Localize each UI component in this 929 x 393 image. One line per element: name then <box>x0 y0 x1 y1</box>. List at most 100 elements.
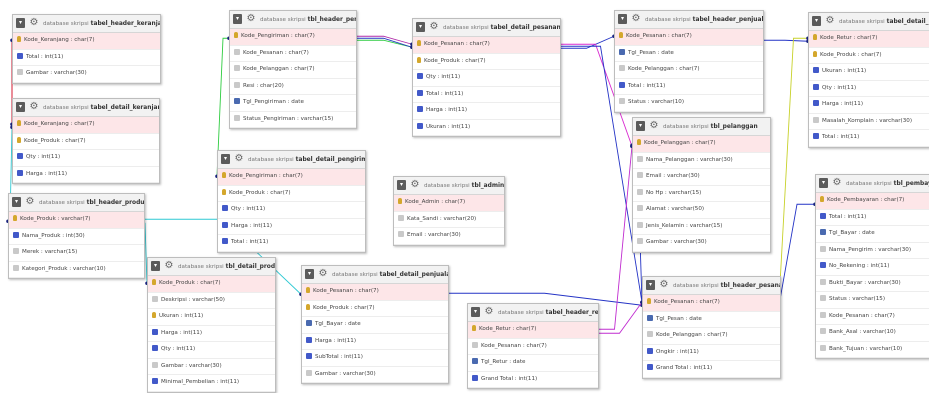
column-row[interactable]: Kode_Produk : varchar(7) <box>9 212 144 229</box>
column-row[interactable]: Kode_Pesanan : char(7) <box>468 339 598 355</box>
gear-icon[interactable]: ⚙ <box>659 280 669 290</box>
column-row[interactable]: Kode_Pelanggan : char(7) <box>230 62 356 79</box>
column-row[interactable]: Minimal_Pembelian : int(11) <box>148 375 275 392</box>
gear-icon[interactable]: ⚙ <box>484 307 494 317</box>
collapse-chevron-icon[interactable]: ▾ <box>819 178 828 188</box>
collapse-chevron-icon[interactable]: ▾ <box>233 14 242 24</box>
gear-icon[interactable]: ⚙ <box>25 197 35 207</box>
gear-icon[interactable]: ⚙ <box>164 261 174 271</box>
column-row[interactable]: Total : int(11) <box>615 79 763 95</box>
gear-icon[interactable]: ⚙ <box>429 22 439 32</box>
column-row[interactable]: Harga : int(11) <box>809 97 929 114</box>
column-row[interactable]: Harga : int(11) <box>148 326 275 342</box>
column-row[interactable]: Alamat : varchar(50) <box>633 202 770 219</box>
column-row[interactable]: Email : varchar(30) <box>394 228 504 245</box>
gear-icon[interactable]: ⚙ <box>29 102 39 112</box>
table-tbl-header-pesanan[interactable]: ▾ ⚙ database skripsi tbl_header_pesanan Kod… <box>642 276 781 379</box>
column-row[interactable]: Kode_Produk : char(7) <box>302 301 448 317</box>
gear-icon[interactable]: ⚙ <box>246 14 256 24</box>
column-row[interactable]: Harga : int(11) <box>302 334 448 350</box>
table-header[interactable]: ▾ ⚙ database skripsi tabel_detail_penjuala… <box>302 266 448 284</box>
column-row[interactable]: Nama_Produk : int(30) <box>9 229 144 245</box>
table-header[interactable]: ▾ ⚙ database skripsi tabel_detail_retur <box>809 13 929 31</box>
column-row[interactable]: Deskripsi : varchar(50) <box>148 293 275 309</box>
column-row[interactable]: Merek : varchar(15) <box>9 245 144 262</box>
collapse-chevron-icon[interactable]: ▾ <box>471 307 480 317</box>
column-row[interactable]: Tgl_Retur : date <box>468 355 598 372</box>
column-row[interactable]: Email : varchar(30) <box>633 169 770 186</box>
collapse-chevron-icon[interactable]: ▾ <box>397 180 406 190</box>
column-row[interactable]: Kode_Pesanan : char(7) <box>302 284 448 301</box>
column-row[interactable]: Tgl_Bayar : date <box>816 226 929 243</box>
column-row[interactable]: Masalah_Komplain : varchar(30) <box>809 114 929 130</box>
column-row[interactable]: Kode_Pesanan : char(7) <box>643 295 780 312</box>
column-row[interactable]: Jenis_Kelamin : varchar(15) <box>633 219 770 235</box>
table-tabel-detail-pesanan[interactable]: ▾ ⚙ database skripsi tabel_detail_pesanan K… <box>412 18 561 137</box>
table-tabel-header-keranjang[interactable]: ▾ ⚙ database skripsi tabel_header_keranjan… <box>12 14 161 84</box>
column-row[interactable]: Bank_Asal : varchar(10) <box>816 325 929 342</box>
column-row[interactable]: SubTotal : int(11) <box>302 350 448 367</box>
table-tbl-admin[interactable]: ▾ ⚙ database skripsi tbl_admin Kode_Admin :… <box>393 176 505 246</box>
column-row[interactable]: Ukuran : int(11) <box>809 64 929 81</box>
column-row[interactable]: Gambar : varchar(30) <box>633 235 770 252</box>
column-row[interactable]: Bukti_Bayar : varchar(30) <box>816 276 929 292</box>
column-row[interactable]: Status : varchar(15) <box>816 292 929 309</box>
column-row[interactable]: Kode_Admin : char(7) <box>394 195 504 212</box>
column-row[interactable]: Tgl_Pengiriman : date <box>230 95 356 112</box>
table-tbl-header-pengiriman[interactable]: ▾ ⚙ database skripsi tbl_header_pengiriman… <box>229 10 357 129</box>
collapse-chevron-icon[interactable]: ▾ <box>646 280 655 290</box>
collapse-chevron-icon[interactable]: ▾ <box>221 154 230 164</box>
table-tbl-header-produk[interactable]: ▾ ⚙ database skripsi tbl_header_produk Kode… <box>8 193 145 279</box>
column-row[interactable]: Harga : int(11) <box>13 167 159 183</box>
table-header[interactable]: ▾ ⚙ database skripsi tbl_header_pesanan <box>643 277 780 295</box>
column-row[interactable]: Tgl_Pesan : date <box>615 46 763 62</box>
table-tabel-detail-pengiriman[interactable]: ▾ ⚙ database skripsi tabel_detail_pengirim… <box>217 150 366 253</box>
column-row[interactable]: Total : int(11) <box>816 210 929 226</box>
gear-icon[interactable]: ⚙ <box>832 178 842 188</box>
table-tbl-pelanggan[interactable]: ▾ ⚙ database skripsi tbl_pelanggan Kode_Pel… <box>632 117 771 253</box>
column-row[interactable]: Status : varchar(10) <box>615 95 763 112</box>
table-header[interactable]: ▾ ⚙ database skripsi tbl_pelanggan <box>633 118 770 136</box>
column-row[interactable]: Harga : int(11) <box>413 103 560 120</box>
column-row[interactable]: Total : int(11) <box>809 130 929 147</box>
column-row[interactable]: Qty : int(11) <box>13 150 159 167</box>
column-row[interactable]: Status_Pengiriman : varchar(15) <box>230 112 356 128</box>
column-row[interactable]: Kode_Produk : char(7) <box>148 276 275 293</box>
column-row[interactable]: Tgl_Bayar : date <box>302 317 448 334</box>
table-tbl-pembayaran[interactable]: ▾ ⚙ database skripsi tbl_pembayaran Kode_Pe… <box>815 174 929 359</box>
collapse-chevron-icon[interactable]: ▾ <box>305 269 314 279</box>
column-row[interactable]: Resi : char(20) <box>230 79 356 95</box>
gear-icon[interactable]: ⚙ <box>410 180 420 190</box>
table-header[interactable]: ▾ ⚙ database skripsi tbl_header_pengiriman <box>230 11 356 29</box>
column-row[interactable]: Nama_Pelanggan : varchar(30) <box>633 153 770 169</box>
table-header[interactable]: ▾ ⚙ database skripsi tabel_header_keranjan… <box>13 15 160 33</box>
column-row[interactable]: Total : int(11) <box>13 50 160 66</box>
column-row[interactable]: Total : int(11) <box>413 87 560 103</box>
table-header[interactable]: ▾ ⚙ database skripsi tbl_detail_produk <box>148 258 275 276</box>
table-header[interactable]: ▾ ⚙ database skripsi tabel_detail_keranjan… <box>13 99 159 117</box>
table-header[interactable]: ▾ ⚙ database skripsi tabel_header_retur <box>468 304 598 322</box>
column-row[interactable]: Kode_Retur : char(7) <box>468 322 598 339</box>
column-row[interactable]: Gambar : varchar(30) <box>302 367 448 383</box>
collapse-chevron-icon[interactable]: ▾ <box>618 14 627 24</box>
column-row[interactable]: Kode_Pengiriman : char(7) <box>218 169 365 186</box>
collapse-chevron-icon[interactable]: ▾ <box>12 197 21 207</box>
table-tabel-header-penjualan[interactable]: ▾ ⚙ database skripsi tabel_header_penjuala… <box>614 10 764 113</box>
column-row[interactable]: Total : int(11) <box>218 235 365 252</box>
table-tbl-detail-produk[interactable]: ▾ ⚙ database skripsi tbl_detail_produk Kode… <box>147 257 276 393</box>
collapse-chevron-icon[interactable]: ▾ <box>416 22 425 32</box>
gear-icon[interactable]: ⚙ <box>825 16 835 26</box>
column-row[interactable]: Kode_Pesanan : char(7) <box>413 37 560 54</box>
column-row[interactable]: Kode_Produk : char(7) <box>13 134 159 150</box>
column-row[interactable]: Qty : int(11) <box>413 70 560 87</box>
column-row[interactable]: Kode_Pesanan : char(7) <box>230 46 356 62</box>
collapse-chevron-icon[interactable]: ▾ <box>151 261 160 271</box>
column-row[interactable]: Kategori_Produk : varchar(10) <box>9 262 144 278</box>
column-row[interactable]: Kode_Keranjang : char(7) <box>13 33 160 50</box>
column-row[interactable]: Kode_Pelanggan : char(7) <box>615 62 763 79</box>
collapse-chevron-icon[interactable]: ▾ <box>812 16 821 26</box>
column-row[interactable]: No_Rekening : int(11) <box>816 259 929 276</box>
table-tabel-detail-keranjang[interactable]: ▾ ⚙ database skripsi tabel_detail_keranjan… <box>12 98 160 184</box>
column-row[interactable]: Qty : int(11) <box>148 342 275 359</box>
table-header[interactable]: ▾ ⚙ database skripsi tabel_detail_pesanan <box>413 19 560 37</box>
